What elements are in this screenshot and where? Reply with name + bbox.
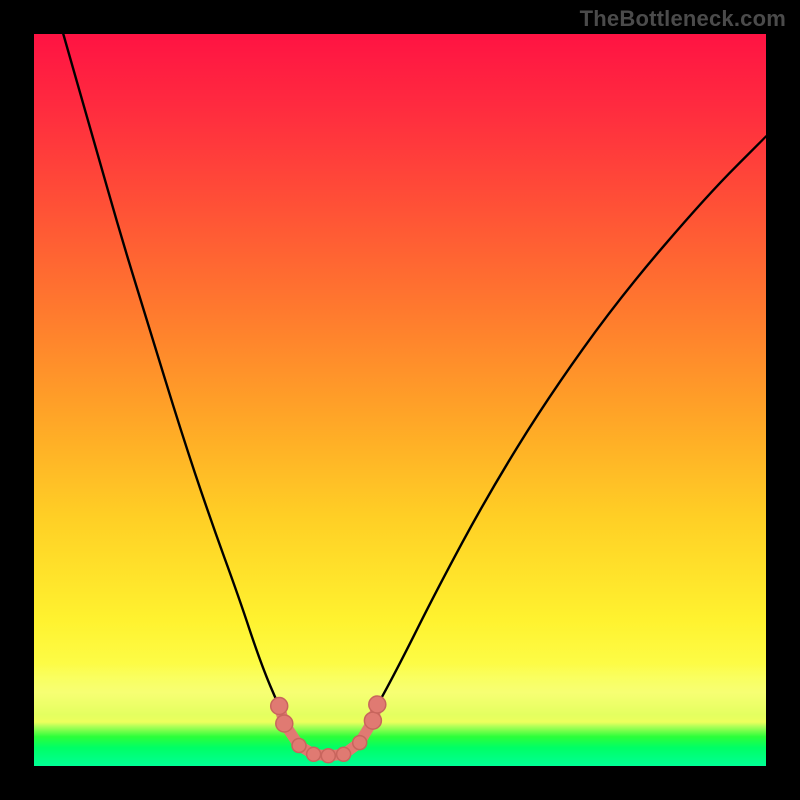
trough-marker-dot	[276, 715, 293, 732]
curve-layer	[34, 34, 766, 766]
watermark-text: TheBottleneck.com	[580, 6, 786, 32]
plot-area	[34, 34, 766, 766]
trough-marker-dot	[369, 696, 386, 713]
curve-path	[63, 34, 766, 755]
trough-marker-dot	[271, 698, 288, 715]
trough-marker-dot	[353, 736, 367, 750]
trough-marker-dot	[364, 712, 381, 729]
trough-marker-dot	[307, 747, 321, 761]
trough-marker-dot	[337, 747, 351, 761]
trough-markers	[271, 696, 386, 763]
bottleneck-curve	[63, 34, 766, 755]
trough-marker-dot	[321, 749, 335, 763]
chart-frame: TheBottleneck.com	[0, 0, 800, 800]
trough-marker-dot	[292, 739, 306, 753]
